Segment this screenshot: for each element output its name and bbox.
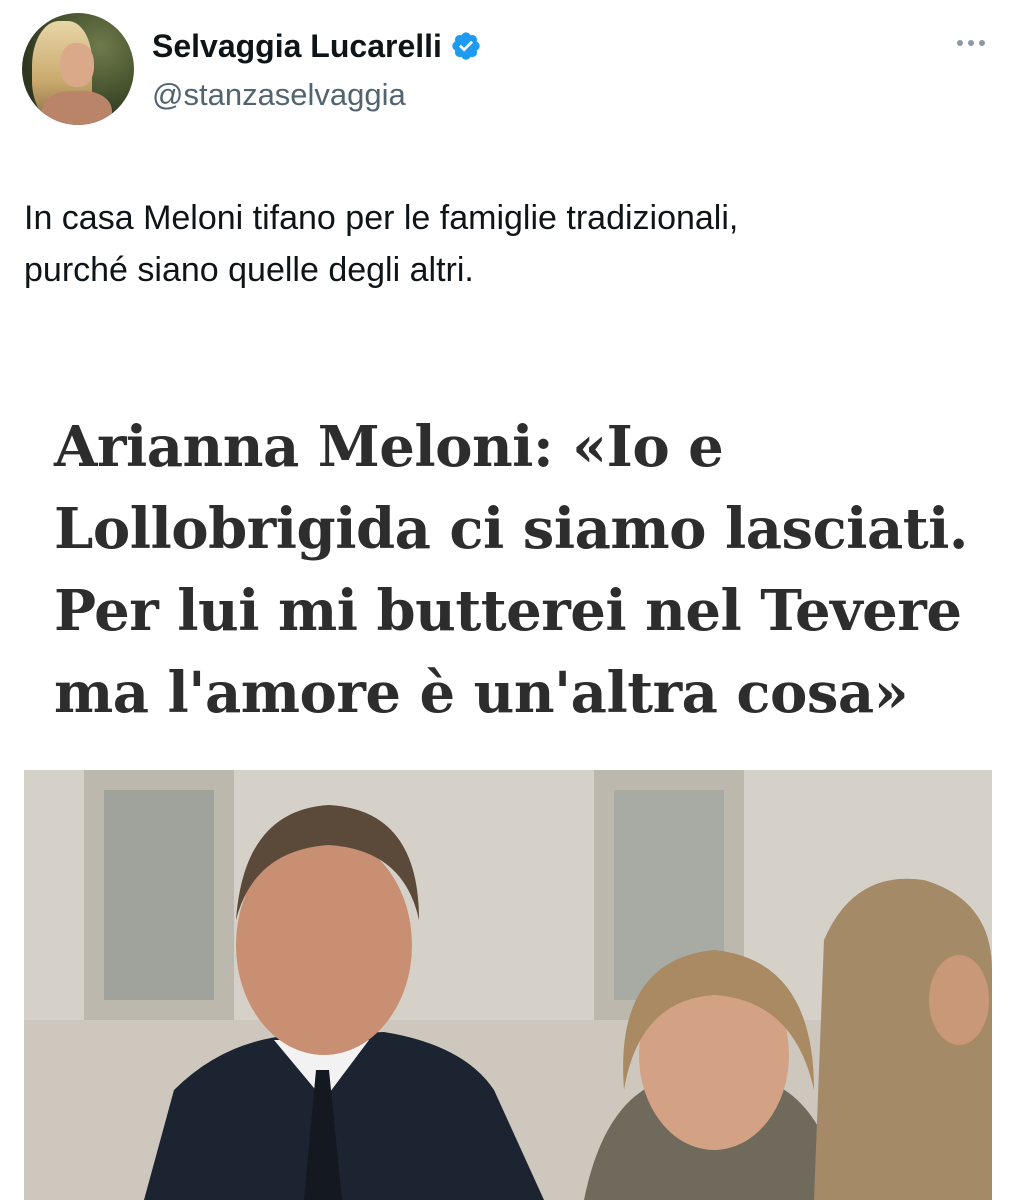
- tweet-text: In casa Meloni tifano per le famiglie tr…: [24, 192, 984, 296]
- headline-line: Lollobrigida ci siamo lasciati.: [54, 496, 968, 562]
- article-headline: Arianna Meloni: «Io e Lollobrigida ci si…: [54, 406, 984, 734]
- tweet-media[interactable]: Arianna Meloni: «Io e Lollobrigida ci si…: [0, 360, 1014, 1200]
- more-dot: [968, 40, 974, 46]
- verified-badge-icon: [450, 30, 482, 62]
- headline-line: ma l'amore è un'altra cosa»: [54, 660, 909, 726]
- tweet-text-line: In casa Meloni tifano per le famiglie tr…: [24, 199, 739, 237]
- avatar-shoulder: [42, 91, 112, 125]
- author-name-row: Selvaggia Lucarelli: [152, 26, 482, 66]
- tweet-text-line: purché siano quelle degli altri.: [24, 251, 474, 289]
- avatar[interactable]: [22, 13, 134, 125]
- avatar-face: [60, 43, 94, 87]
- author-handle[interactable]: @stanzaselvaggia: [152, 76, 406, 114]
- more-options-icon[interactable]: [952, 28, 990, 58]
- more-dot: [957, 40, 963, 46]
- more-dot: [979, 40, 985, 46]
- author-display-name[interactable]: Selvaggia Lucarelli: [152, 26, 442, 66]
- headline-line: Per lui mi butterei nel Tevere: [54, 578, 962, 644]
- headline-line: Arianna Meloni: «Io e: [54, 414, 724, 480]
- tweet-header: Selvaggia Lucarelli @stanzaselvaggia: [0, 0, 1014, 140]
- article-photo[interactable]: [24, 770, 992, 1200]
